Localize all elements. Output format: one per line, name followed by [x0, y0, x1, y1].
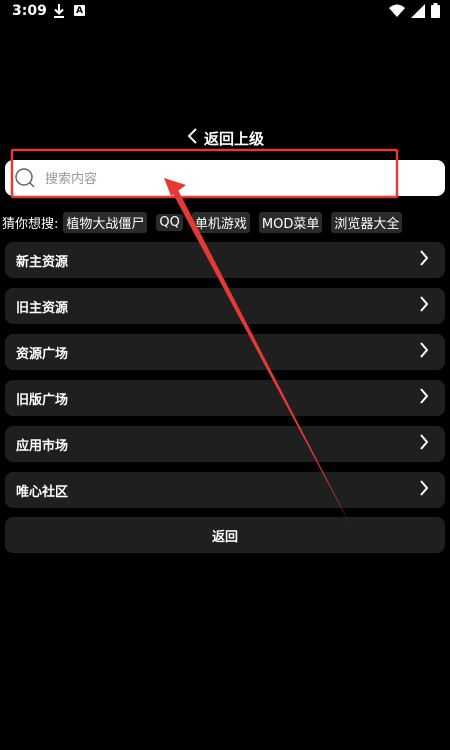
download-icon [52, 3, 66, 23]
chevron-right-icon [419, 250, 429, 270]
back-button[interactable]: 返回 [5, 517, 445, 553]
menu-item-label: 旧版广场 [16, 392, 69, 408]
app-notification-icon: A [74, 5, 85, 16]
suggestion-chip[interactable]: QQ [156, 213, 183, 231]
screen: 3:09 A 返回上级 搜索内容 猜你想搜: 植物大战僵尸 QQ 单机游戏 MO… [0, 0, 450, 750]
wifi-icon [389, 3, 405, 22]
menu-item-label: 资源广场 [16, 346, 69, 362]
chevron-left-icon [186, 127, 200, 149]
chevron-right-icon [419, 388, 429, 408]
page-title: 返回上级 [203, 129, 264, 148]
menu-item-old-main-resource[interactable]: 旧主资源 [5, 288, 445, 324]
menu-item-new-main-resource[interactable]: 新主资源 [5, 242, 445, 278]
annotation-overlay [10, 148, 399, 528]
menu-item-label: 唯心社区 [16, 484, 69, 500]
chevron-right-icon [419, 434, 429, 454]
search-bar[interactable] [5, 160, 445, 196]
menu-item-old-plaza[interactable]: 旧版广场 [5, 380, 445, 416]
battery-icon [431, 3, 440, 22]
signal-icon [411, 3, 425, 22]
search-input[interactable] [43, 166, 437, 192]
chevron-right-icon [419, 296, 429, 316]
menu-item-label: 应用市场 [16, 438, 69, 454]
suggestions-label: 猜你想搜: [2, 216, 59, 232]
search-icon [14, 167, 36, 193]
suggestion-chip[interactable]: 浏览器大全 [331, 211, 403, 233]
status-icons [389, 3, 440, 22]
chevron-right-icon [419, 342, 429, 362]
suggestion-chip[interactable]: 单机游戏 [191, 211, 250, 233]
search-suggestions: 猜你想搜: 植物大战僵尸 QQ 单机游戏 MOD菜单 浏览器大全 [2, 211, 403, 233]
suggestion-chip[interactable]: MOD菜单 [258, 211, 323, 233]
menu-item-label: 新主资源 [16, 254, 69, 270]
menu-item-app-market[interactable]: 应用市场 [5, 426, 445, 462]
suggestion-chip[interactable]: 植物大战僵尸 [63, 211, 148, 233]
chevron-right-icon [419, 480, 429, 500]
status-bar: 3:09 A [0, 0, 450, 24]
back-to-parent-button[interactable]: 返回上级 [0, 126, 450, 150]
menu-item-community[interactable]: 唯心社区 [5, 472, 445, 508]
menu-item-label: 旧主资源 [16, 300, 69, 316]
menu-item-resource-plaza[interactable]: 资源广场 [5, 334, 445, 370]
status-time: 3:09 [12, 3, 47, 19]
